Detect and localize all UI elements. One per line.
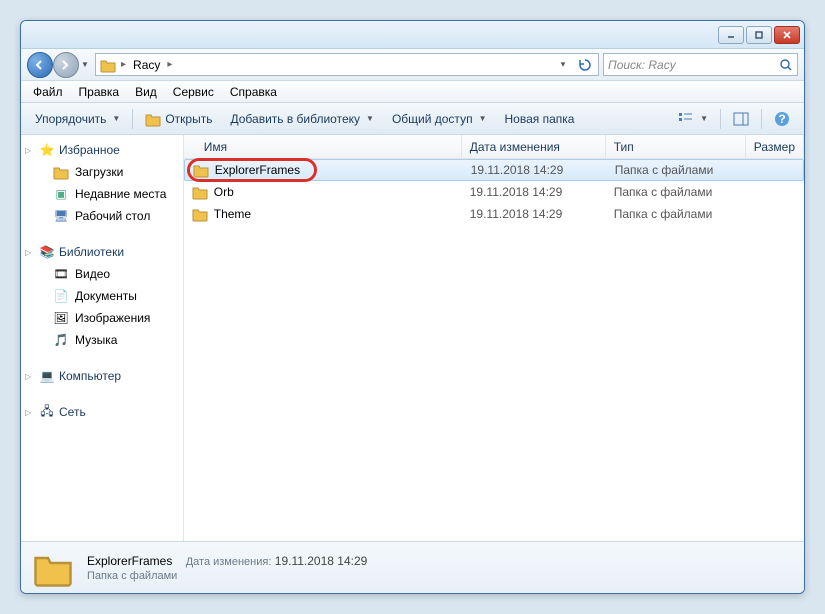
refresh-dropdown-icon[interactable]: ▾ bbox=[552, 59, 574, 70]
file-type: Папка с файлами bbox=[607, 163, 747, 177]
details-pane: ExplorerFrames Дата изменения: 19.11.201… bbox=[21, 541, 804, 593]
sidebar-item-pictures[interactable]: 🖼Изображения bbox=[21, 307, 183, 329]
view-options-button[interactable]: ▼ bbox=[670, 109, 716, 129]
titlebar bbox=[21, 21, 804, 49]
details-type: Папка с файлами bbox=[87, 570, 367, 582]
pictures-icon: 🖼 bbox=[53, 310, 69, 326]
column-size[interactable]: Размер bbox=[746, 135, 804, 158]
breadcrumb-separator-icon: ▸ bbox=[118, 59, 129, 70]
column-date[interactable]: Дата изменения bbox=[462, 135, 606, 158]
file-type: Папка с файлами bbox=[606, 185, 746, 199]
music-icon: 🎵 bbox=[53, 332, 69, 348]
breadcrumb-item[interactable]: Racy bbox=[129, 58, 164, 72]
svg-text:?: ? bbox=[778, 112, 785, 126]
sidebar-libraries-header[interactable]: ▷📚Библиотеки bbox=[21, 241, 183, 263]
libraries-icon: 📚 bbox=[39, 244, 55, 260]
recent-icon: ▣ bbox=[53, 186, 69, 202]
computer-icon: 💻 bbox=[39, 368, 55, 384]
search-placeholder: Поиск: Racy bbox=[608, 58, 779, 72]
sidebar-item-desktop[interactable]: 🖥Рабочий стол bbox=[21, 205, 183, 227]
details-date: 19.11.2018 14:29 bbox=[275, 554, 368, 568]
column-type[interactable]: Тип bbox=[606, 135, 746, 158]
downloads-icon bbox=[53, 164, 69, 180]
table-row[interactable]: Theme 19.11.2018 14:29Папка с файлами bbox=[184, 203, 804, 225]
minimize-button[interactable] bbox=[718, 26, 744, 44]
command-bar: Упорядочить▼ Открыть Добавить в библиоте… bbox=[21, 103, 804, 135]
file-name: Orb bbox=[214, 185, 234, 199]
folder-icon bbox=[192, 184, 208, 200]
table-row[interactable]: ExplorerFrames 19.11.2018 14:29Папка с фа… bbox=[184, 159, 804, 181]
help-icon: ? bbox=[774, 111, 790, 127]
forward-button[interactable] bbox=[53, 52, 79, 78]
folder-icon bbox=[193, 162, 209, 178]
explorer-window: ▼ ▸ Racy ▸ ▾ Поиск: Racy Файл Правка Вид… bbox=[20, 20, 805, 594]
preview-pane-button[interactable] bbox=[725, 109, 757, 129]
network-icon: 🖧 bbox=[39, 404, 55, 420]
sidebar-item-video[interactable]: 🎞Видео bbox=[21, 263, 183, 285]
details-folder-icon bbox=[33, 548, 73, 588]
refresh-icon[interactable] bbox=[574, 58, 596, 72]
add-library-button[interactable]: Добавить в библиотеку▼ bbox=[222, 109, 381, 129]
sidebar-network-header[interactable]: ▷🖧Сеть bbox=[21, 401, 183, 423]
file-name: ExplorerFrames bbox=[215, 163, 300, 177]
folder-icon bbox=[192, 206, 208, 222]
menu-edit[interactable]: Правка bbox=[71, 83, 128, 101]
navigation-pane: ▷⭐Избранное Загрузки ▣Недавние места 🖥Ра… bbox=[21, 135, 184, 541]
menu-view[interactable]: Вид bbox=[127, 83, 165, 101]
search-input[interactable]: Поиск: Racy bbox=[603, 53, 798, 76]
menu-file[interactable]: Файл bbox=[25, 83, 71, 101]
help-button[interactable]: ? bbox=[766, 108, 798, 130]
sidebar-item-documents[interactable]: 📄Документы bbox=[21, 285, 183, 307]
sidebar-item-music[interactable]: 🎵Музыка bbox=[21, 329, 183, 351]
preview-icon bbox=[733, 112, 749, 126]
new-folder-button[interactable]: Новая папка bbox=[496, 109, 582, 129]
folder-icon bbox=[100, 57, 116, 73]
search-icon bbox=[779, 58, 793, 72]
details-name: ExplorerFrames bbox=[87, 554, 172, 568]
menu-help[interactable]: Справка bbox=[222, 83, 285, 101]
menu-tools[interactable]: Сервис bbox=[165, 83, 222, 101]
sidebar-computer-header[interactable]: ▷💻Компьютер bbox=[21, 365, 183, 387]
desktop-icon: 🖥 bbox=[53, 208, 69, 224]
file-date: 19.11.2018 14:29 bbox=[462, 207, 606, 221]
folder-open-icon bbox=[145, 111, 161, 127]
documents-icon: 📄 bbox=[53, 288, 69, 304]
share-button[interactable]: Общий доступ▼ bbox=[384, 109, 495, 129]
organize-button[interactable]: Упорядочить▼ bbox=[27, 109, 128, 129]
column-headers: Имя Дата изменения Тип Размер bbox=[184, 135, 804, 159]
view-icon bbox=[678, 112, 694, 126]
address-bar[interactable]: ▸ Racy ▸ ▾ bbox=[95, 53, 599, 76]
file-rows: ExplorerFrames19.11.2018 14:29Папка с фа… bbox=[184, 159, 804, 541]
star-icon: ⭐ bbox=[39, 142, 55, 158]
open-button[interactable]: Открыть bbox=[137, 108, 220, 130]
menu-bar: Файл Правка Вид Сервис Справка bbox=[21, 81, 804, 103]
column-name[interactable]: Имя bbox=[184, 135, 462, 158]
close-button[interactable] bbox=[774, 26, 800, 44]
maximize-button[interactable] bbox=[746, 26, 772, 44]
file-date: 19.11.2018 14:29 bbox=[463, 163, 607, 177]
navigation-bar: ▼ ▸ Racy ▸ ▾ Поиск: Racy bbox=[21, 49, 804, 81]
details-date-label: Дата изменения: bbox=[186, 556, 272, 568]
file-name: Theme bbox=[214, 207, 251, 221]
breadcrumb-separator-icon: ▸ bbox=[164, 59, 175, 70]
video-icon: 🎞 bbox=[53, 266, 69, 282]
file-date: 19.11.2018 14:29 bbox=[462, 185, 606, 199]
table-row[interactable]: Orb 19.11.2018 14:29Папка с файлами bbox=[184, 181, 804, 203]
back-button[interactable] bbox=[27, 52, 53, 78]
sidebar-item-downloads[interactable]: Загрузки bbox=[21, 161, 183, 183]
file-type: Папка с файлами bbox=[606, 207, 746, 221]
sidebar-item-recent[interactable]: ▣Недавние места bbox=[21, 183, 183, 205]
file-list: Имя Дата изменения Тип Размер ExplorerFr… bbox=[184, 135, 804, 541]
sidebar-favorites-header[interactable]: ▷⭐Избранное bbox=[21, 139, 183, 161]
history-dropdown[interactable]: ▼ bbox=[79, 53, 91, 77]
main-area: ▷⭐Избранное Загрузки ▣Недавние места 🖥Ра… bbox=[21, 135, 804, 541]
